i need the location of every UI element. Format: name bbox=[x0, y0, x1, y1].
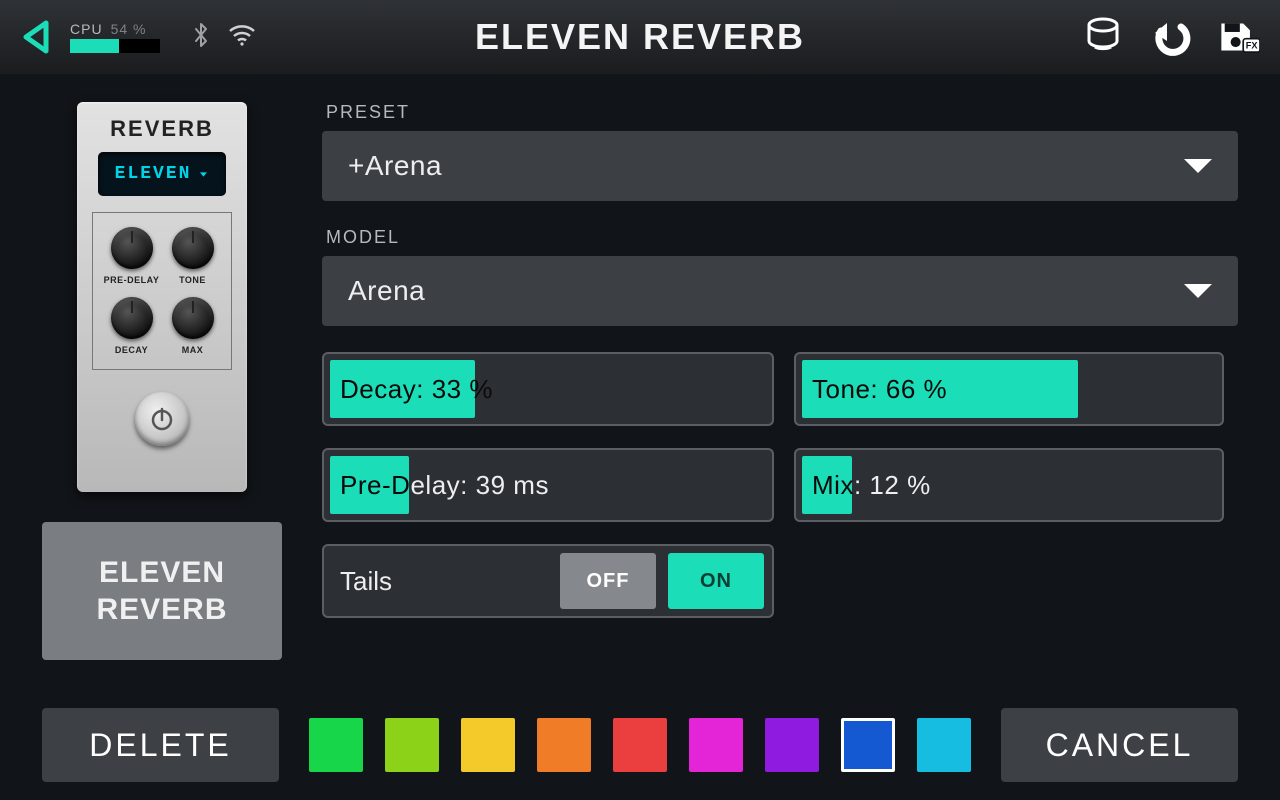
model-section-label: MODEL bbox=[326, 227, 1238, 248]
predelay-slider[interactable]: Pre-Delay: 39 ms bbox=[322, 448, 774, 522]
knob-tone bbox=[172, 227, 214, 269]
tone-slider[interactable]: Tone: 66 % bbox=[794, 352, 1224, 426]
cpu-percent: 54 % bbox=[111, 21, 147, 37]
color-swatch-purple[interactable] bbox=[765, 718, 819, 772]
cancel-button[interactable]: CANCEL bbox=[1001, 708, 1238, 782]
color-swatch-orange[interactable] bbox=[537, 718, 591, 772]
cpu-meter: CPU 54 % bbox=[70, 21, 160, 53]
pedal-graphic: REVERB ELEVEN ▼ PRE-DELAY TONE DECAY MAX bbox=[77, 102, 247, 492]
pedal-title: REVERB bbox=[110, 116, 214, 142]
tails-on-button[interactable]: ON bbox=[668, 553, 764, 609]
pedal-power-button[interactable] bbox=[135, 392, 189, 446]
tails-label: Tails bbox=[340, 566, 548, 597]
color-swatch-cyan[interactable] bbox=[917, 718, 971, 772]
model-value: Arena bbox=[348, 275, 425, 307]
color-swatch-yellow[interactable] bbox=[461, 718, 515, 772]
save-fx-icon[interactable]: FX bbox=[1218, 16, 1260, 58]
color-swatch-magenta[interactable] bbox=[689, 718, 743, 772]
mix-slider[interactable]: Mix: 12 % bbox=[794, 448, 1224, 522]
wifi-icon bbox=[228, 24, 256, 51]
color-swatch-green[interactable] bbox=[309, 718, 363, 772]
page-title: ELEVEN REVERB bbox=[475, 16, 805, 58]
model-dropdown[interactable]: Arena bbox=[322, 256, 1238, 326]
pedal-lcd[interactable]: ELEVEN ▼ bbox=[98, 152, 226, 196]
preset-section-label: PRESET bbox=[326, 102, 1238, 123]
chevron-down-icon: ▼ bbox=[197, 170, 209, 178]
knob-predelay bbox=[111, 227, 153, 269]
tails-off-button[interactable]: OFF bbox=[560, 553, 656, 609]
color-swatch-red[interactable] bbox=[613, 718, 667, 772]
color-swatch-lime[interactable] bbox=[385, 718, 439, 772]
svg-text:FX: FX bbox=[1246, 41, 1259, 51]
chevron-down-icon bbox=[1184, 284, 1212, 298]
back-button[interactable] bbox=[20, 20, 50, 54]
preset-value: +Arena bbox=[348, 150, 442, 182]
bluetooth-icon bbox=[192, 22, 210, 53]
color-swatch-blue[interactable] bbox=[841, 718, 895, 772]
undo-icon[interactable] bbox=[1150, 16, 1192, 58]
module-icon[interactable] bbox=[1082, 16, 1124, 58]
knob-max bbox=[172, 297, 214, 339]
delete-button[interactable]: DELETE bbox=[42, 708, 279, 782]
cpu-label: CPU bbox=[70, 21, 103, 37]
chevron-down-icon bbox=[1184, 159, 1212, 173]
preset-dropdown[interactable]: +Arena bbox=[322, 131, 1238, 201]
tails-toggle: Tails OFF ON bbox=[322, 544, 774, 618]
decay-slider[interactable]: Decay: 33 % bbox=[322, 352, 774, 426]
effect-slot-label[interactable]: ELEVEN REVERB bbox=[42, 522, 282, 660]
knob-decay bbox=[111, 297, 153, 339]
